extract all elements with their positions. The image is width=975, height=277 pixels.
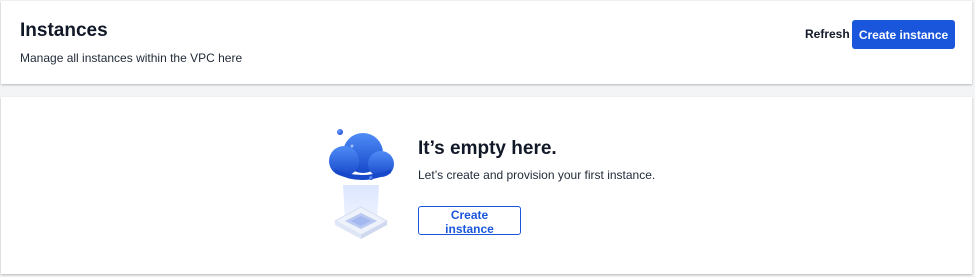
create-instance-button[interactable]: Create instance xyxy=(852,20,955,49)
empty-state-panel: It’s empty here. Let’s create and provis… xyxy=(1,97,972,274)
page-header: Instances Manage all instances within th… xyxy=(1,1,972,84)
page-subtitle: Manage all instances within the VPC here xyxy=(20,51,243,65)
page-title: Instances xyxy=(20,20,108,41)
empty-state-description: Let’s create and provision your first in… xyxy=(418,168,656,182)
empty-state-title: It’s empty here. xyxy=(418,138,557,159)
refresh-button[interactable]: Refresh xyxy=(797,20,858,48)
empty-state-create-instance-button[interactable]: Create instance xyxy=(418,206,521,236)
cloud-illustration-icon xyxy=(329,129,394,239)
